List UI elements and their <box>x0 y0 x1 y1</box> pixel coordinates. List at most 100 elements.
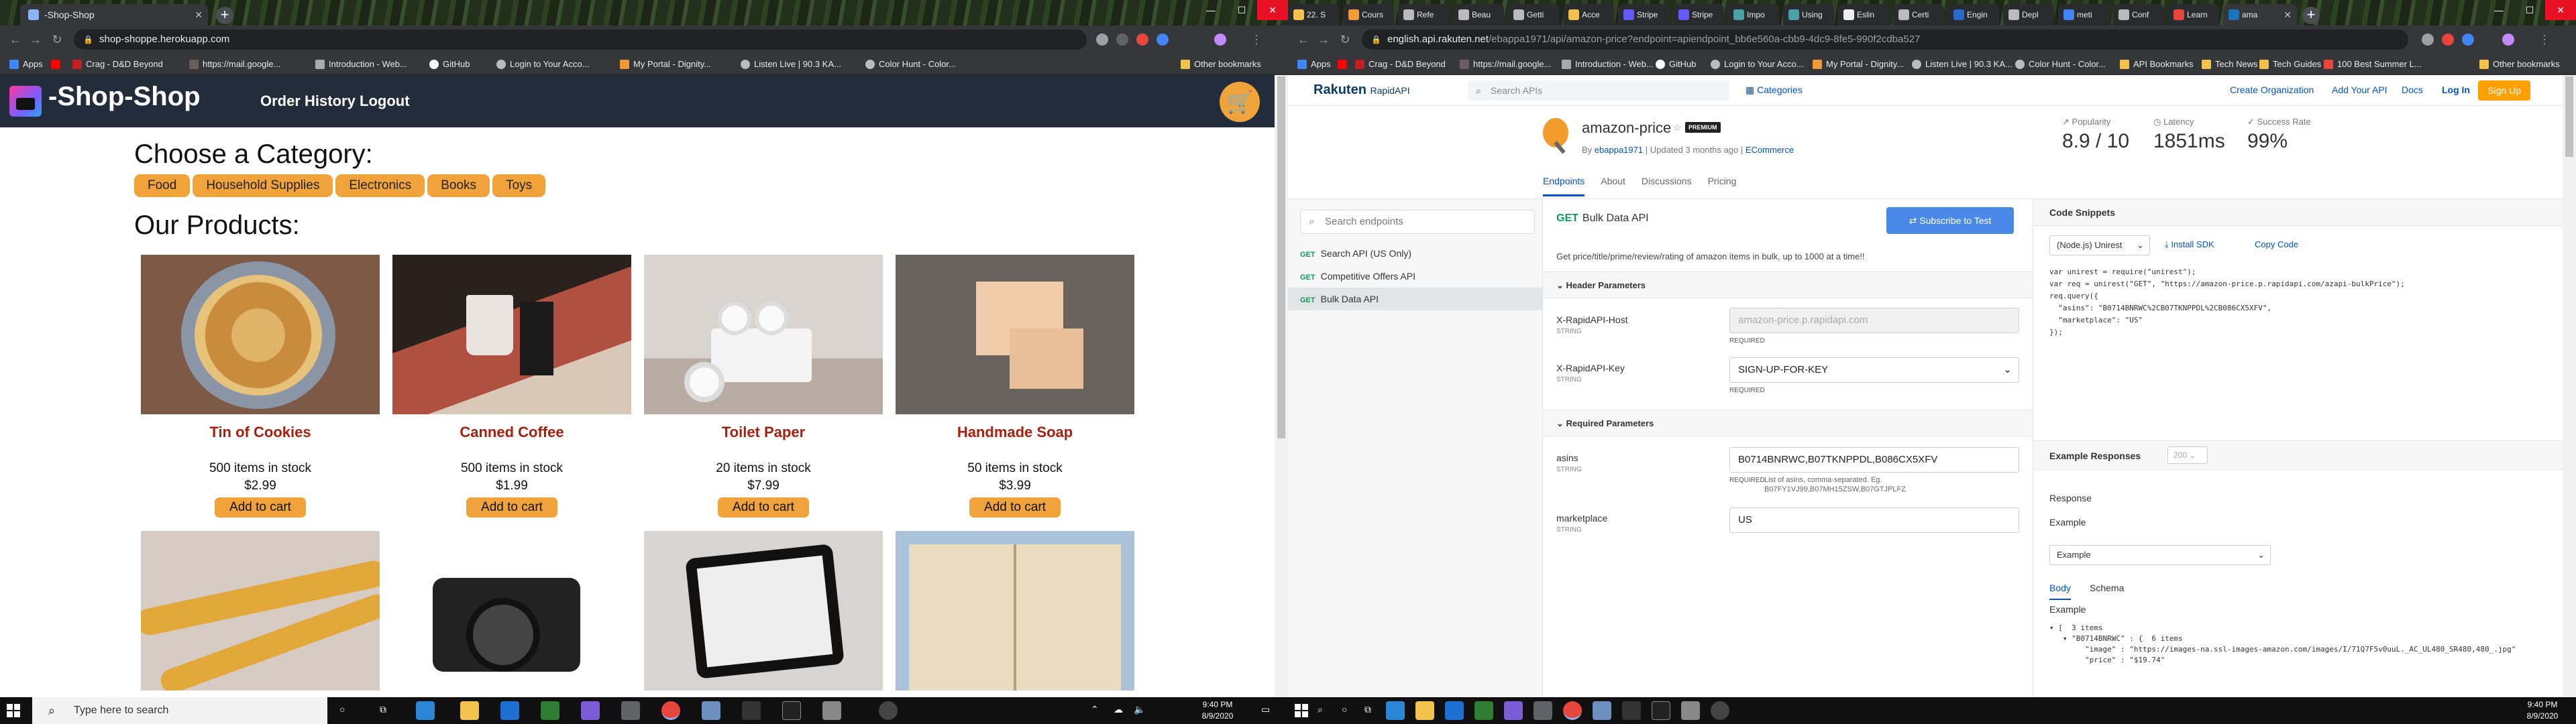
app-icon[interactable] <box>822 701 841 720</box>
tray-chevron-icon[interactable]: ⌃ <box>1091 704 1099 715</box>
forward-icon[interactable]: → <box>27 31 44 48</box>
chrome-icon[interactable] <box>1563 701 1582 720</box>
order-history-link[interactable]: Order History <box>260 93 356 110</box>
header-params-section[interactable]: ⌄ Header Parameters <box>1543 272 2033 298</box>
bookmark-techguides[interactable]: Tech Guides <box>2259 54 2321 74</box>
bookmark-apps[interactable]: Apps <box>1297 54 1331 74</box>
notifications-icon[interactable]: ▭ <box>1261 704 1270 715</box>
app-icon[interactable] <box>742 701 761 720</box>
close-tab-icon[interactable]: ✕ <box>195 4 203 25</box>
bookmark-summer[interactable]: 100 Best Summer L... <box>2324 54 2422 74</box>
copy-code-link[interactable]: Copy Code <box>2255 239 2298 249</box>
browser-tab[interactable]: Cours <box>1343 4 1394 25</box>
bookmark-api[interactable]: API Bookmarks <box>2120 54 2194 74</box>
endpoint-search-api[interactable]: GET Search API (US Only) <box>1288 242 1543 265</box>
tab-endpoints[interactable]: Endpoints <box>1543 176 1585 196</box>
page-scrollbar[interactable] <box>1275 75 1288 697</box>
task-view-icon[interactable]: ⧉ <box>380 704 386 715</box>
close-window-button[interactable]: ✕ <box>1257 0 1288 20</box>
windows-start-icon[interactable] <box>7 704 20 717</box>
taskbar-clock[interactable]: 9:40 PM 8/9/2020 <box>1181 697 1254 724</box>
browser-tab[interactable]: Refe <box>1398 4 1449 25</box>
api-search-input[interactable]: ⌕ Search APIs <box>1468 80 1729 101</box>
tab-body[interactable]: Body <box>2049 583 2071 600</box>
endpoint-bulk-data[interactable]: GET Bulk Data API <box>1288 288 1543 310</box>
taskbar-clock[interactable]: 9:40 PM 8/9/2020 <box>2516 697 2569 724</box>
add-to-cart-button[interactable]: Add to cart <box>466 497 557 518</box>
app-icon[interactable] <box>621 701 640 720</box>
terminal-icon[interactable] <box>1652 701 1670 720</box>
settings-icon[interactable] <box>879 701 898 720</box>
bookmark-apps[interactable]: Apps <box>9 54 43 74</box>
add-to-cart-button[interactable]: Add to cart <box>718 497 809 518</box>
browser-tab[interactable]: Acce <box>1563 4 1614 25</box>
bookmark-github[interactable]: GitHub <box>429 54 470 74</box>
marketplace-field[interactable]: US <box>1729 507 2019 533</box>
product-name[interactable]: Canned Coffee <box>392 424 631 441</box>
product-image-coffee[interactable] <box>392 255 631 414</box>
add-api-link[interactable]: Add Your API <box>2332 84 2387 95</box>
bookmark-portal[interactable]: My Portal - Dignity... <box>620 54 711 74</box>
signup-button[interactable]: Sign Up <box>2478 80 2530 101</box>
product-image-camera[interactable] <box>392 531 631 690</box>
code-language-select[interactable]: (Node.js) Unirest ⌄ <box>2049 235 2150 255</box>
minimize-button[interactable]: — <box>1195 0 1226 20</box>
rapidapi-host-field[interactable]: amazon-price.p.rapidapi.com <box>1729 308 2019 333</box>
menu-icon[interactable]: ⋮ <box>1248 31 1265 48</box>
browser-tab[interactable]: Conf <box>2113 4 2164 25</box>
bookmark-listen[interactable]: Listen Live | 90.3 KA... <box>741 54 841 74</box>
mail-icon[interactable] <box>1445 701 1464 720</box>
asins-field[interactable]: B0714BNRWC,B07TKNPPDL,B086CX5XFV <box>1729 447 2019 473</box>
menu-icon[interactable]: ⋮ <box>2536 31 2553 48</box>
product-image-toilet-paper[interactable] <box>644 255 883 414</box>
browser-tab[interactable]: Stripe <box>1673 4 1724 25</box>
windows-start-icon[interactable] <box>1295 704 1308 717</box>
tab-discussions[interactable]: Discussions <box>1642 176 1692 194</box>
app-icon[interactable] <box>1474 701 1493 720</box>
other-bookmarks[interactable]: Other bookmarks <box>1181 54 1261 74</box>
task-view-icon[interactable]: ⧉ <box>1364 704 1371 715</box>
tab-pricing[interactable]: Pricing <box>1708 176 1737 194</box>
extension-icon[interactable] <box>2422 34 2434 46</box>
endpoint-competitive-offers[interactable]: GET Competitive Offers API <box>1288 265 1543 288</box>
browser-tab[interactable]: Eslin <box>1838 4 1889 25</box>
bookmark-login[interactable]: Login to Your Acco... <box>1711 54 1804 74</box>
shop-title[interactable]: -Shop-Shop <box>48 82 201 112</box>
browser-tab[interactable]: Learn <box>2168 4 2219 25</box>
reload-icon[interactable]: ↻ <box>1336 31 1354 48</box>
bookmark-icon[interactable]: ☆ <box>1673 122 1682 133</box>
bookmark-colorhunt[interactable]: Color Hunt - Color... <box>2015 54 2106 74</box>
browser-tab[interactable]: Getti <box>1508 4 1559 25</box>
file-explorer-icon[interactable] <box>1415 701 1434 720</box>
extension-icon[interactable] <box>1157 34 1169 46</box>
close-window-button[interactable]: ✕ <box>2545 0 2576 20</box>
settings-icon[interactable] <box>1711 701 1729 720</box>
tab-about[interactable]: About <box>1601 176 1625 194</box>
bookmark-youtube[interactable] <box>51 54 64 74</box>
browser-tab[interactable]: 22. S <box>1288 4 1339 25</box>
response-code-select[interactable]: 200 ⌄ <box>2167 446 2208 464</box>
browser-tab[interactable]: Impo <box>1728 4 1779 25</box>
cortana-icon[interactable]: ○ <box>1342 704 1347 715</box>
product-image-book[interactable] <box>896 531 1134 690</box>
product-image-cookies[interactable] <box>141 255 380 414</box>
bookmark-technews[interactable]: Tech News <box>2202 54 2258 74</box>
extension-icon[interactable] <box>2442 34 2454 46</box>
author-link[interactable]: ebappa1971 <box>1595 145 1643 155</box>
category-food[interactable]: Food <box>134 174 191 197</box>
app-icon[interactable] <box>1534 701 1552 720</box>
address-bar[interactable]: 🔒 shop-shoppe.herokuapp.com <box>74 29 1087 50</box>
bookmark-dnd[interactable]: Crag - D&D Beyond <box>1355 54 1446 74</box>
vscode-icon[interactable] <box>416 701 435 720</box>
other-bookmarks[interactable]: Other bookmarks <box>2479 54 2560 74</box>
extension-icon[interactable] <box>1096 34 1108 46</box>
file-explorer-icon[interactable] <box>460 701 479 720</box>
logout-link[interactable]: Logout <box>360 93 410 110</box>
browser-tab[interactable]: Engin <box>1948 4 1999 25</box>
network-icon[interactable]: ☁ <box>1114 704 1123 715</box>
add-to-cart-button[interactable]: Add to cart <box>969 497 1061 518</box>
minimize-button[interactable]: — <box>2483 0 2514 20</box>
category-books[interactable]: Books <box>427 174 490 197</box>
install-sdk-link[interactable]: ⤓ Install SDK <box>2165 239 2214 250</box>
app-icon[interactable] <box>702 701 720 720</box>
